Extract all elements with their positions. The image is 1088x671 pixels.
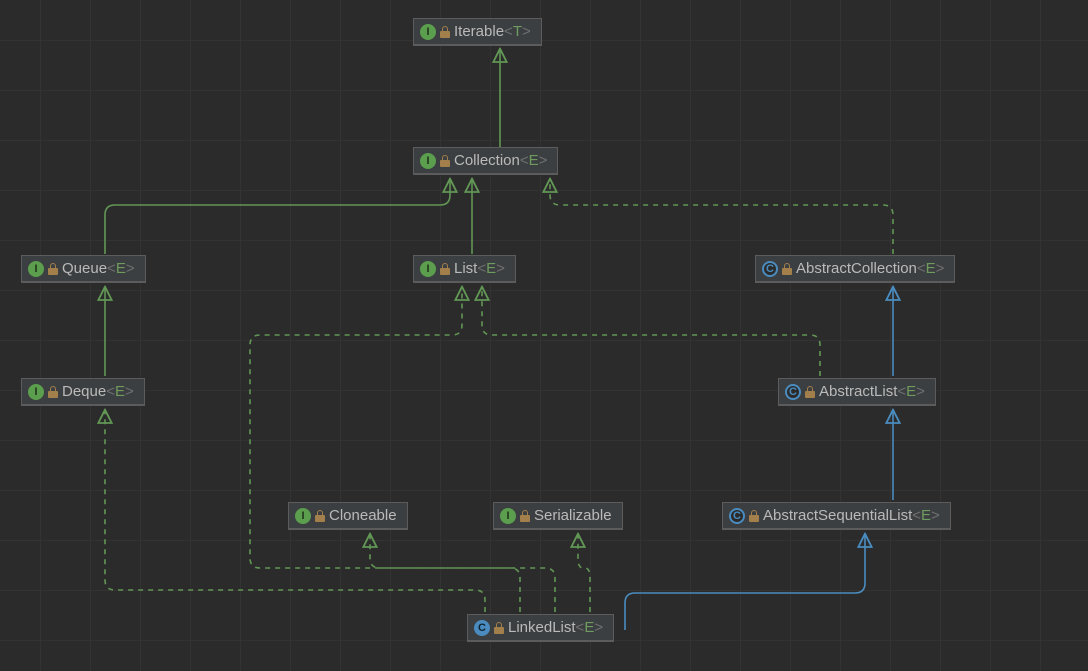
edge-queue-collection [105, 180, 450, 254]
node-label: Serializable [534, 507, 612, 524]
lock-icon [48, 263, 58, 275]
node-linkedlist[interactable]: C LinkedList<E> [467, 614, 614, 642]
interface-icon: I [295, 508, 311, 524]
interface-icon: I [500, 508, 516, 524]
abstract-class-icon: C [785, 384, 801, 400]
lock-icon [749, 510, 759, 522]
node-label: Queue<E> [62, 260, 135, 277]
node-label: AbstractCollection<E> [796, 260, 944, 277]
interface-icon: I [420, 153, 436, 169]
node-label: Deque<E> [62, 383, 134, 400]
interface-icon: I [28, 384, 44, 400]
node-label: Collection<E> [454, 152, 547, 169]
class-icon: C [474, 620, 490, 636]
node-label: LinkedList<E> [508, 619, 603, 636]
lock-icon [440, 26, 450, 38]
lock-icon [315, 510, 325, 522]
node-collection[interactable]: I Collection<E> [413, 147, 558, 175]
node-abstractsequentiallist[interactable]: C AbstractSequentialList<E> [722, 502, 951, 530]
edges-layer [0, 0, 1088, 671]
edge-abslist-list [482, 288, 820, 376]
edge-linkedlist-cloneable [370, 535, 555, 612]
interface-icon: I [420, 24, 436, 40]
node-serializable[interactable]: I Serializable [493, 502, 623, 530]
lock-icon [440, 263, 450, 275]
node-iterable[interactable]: I Iterable<T> [413, 18, 542, 46]
abstract-class-icon: C [762, 261, 778, 277]
lock-icon [440, 155, 450, 167]
edge-abscoll-collection [550, 180, 893, 254]
interface-icon: I [28, 261, 44, 277]
node-list[interactable]: I List<E> [413, 255, 516, 283]
lock-icon [782, 263, 792, 275]
node-label: AbstractSequentialList<E> [763, 507, 940, 524]
node-label: List<E> [454, 260, 505, 277]
node-label: Iterable<T> [454, 23, 531, 40]
edge-linkedlist-absseq [625, 535, 865, 630]
edge-linkedlist-serializable [578, 535, 590, 612]
interface-icon: I [420, 261, 436, 277]
node-label: Cloneable [329, 507, 397, 524]
lock-icon [48, 386, 58, 398]
node-queue[interactable]: I Queue<E> [21, 255, 146, 283]
lock-icon [494, 622, 504, 634]
node-abstractlist[interactable]: C AbstractList<E> [778, 378, 936, 406]
node-deque[interactable]: I Deque<E> [21, 378, 145, 406]
abstract-class-icon: C [729, 508, 745, 524]
node-cloneable[interactable]: I Cloneable [288, 502, 408, 530]
node-abstractcollection[interactable]: C AbstractCollection<E> [755, 255, 955, 283]
edge-linkedlist-list [250, 288, 520, 612]
node-label: AbstractList<E> [819, 383, 925, 400]
lock-icon [805, 386, 815, 398]
lock-icon [520, 510, 530, 522]
